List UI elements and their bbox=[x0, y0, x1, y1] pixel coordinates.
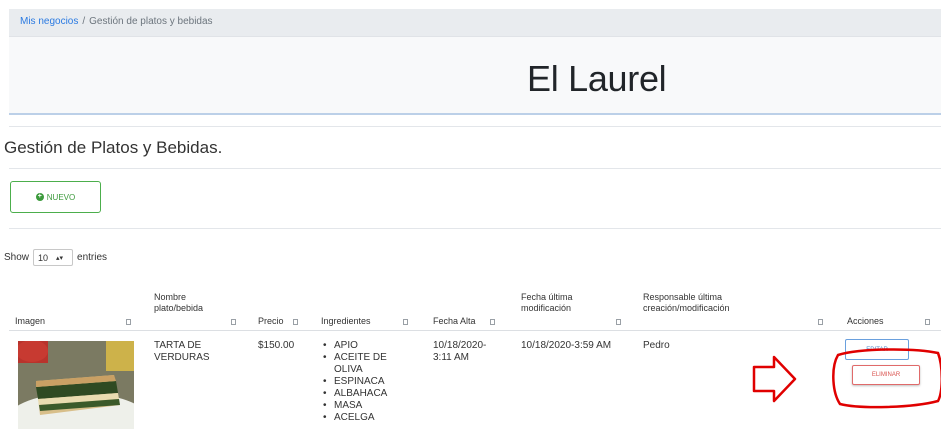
list-item: ESPINACA bbox=[322, 376, 404, 388]
sort-icon[interactable] bbox=[490, 319, 495, 325]
created-date: 10/18/2020-3:11 AM bbox=[433, 340, 487, 363]
new-button-label: NUEVO bbox=[46, 192, 76, 202]
sort-icon[interactable] bbox=[126, 319, 131, 325]
table-header-divider bbox=[9, 330, 941, 331]
sort-icon[interactable] bbox=[403, 319, 408, 325]
breadcrumb-current: Gestión de platos y bebidas bbox=[89, 16, 213, 27]
list-item: ALBAHACA bbox=[322, 388, 404, 400]
breadcrumb: Mis negocios / Gestión de platos y bebidas bbox=[9, 9, 941, 36]
divider bbox=[9, 228, 941, 229]
dish-name: TARTA DE VERDURAS bbox=[154, 340, 210, 363]
column-header-ingredientes[interactable]: Ingredientes bbox=[321, 316, 371, 327]
business-title: El Laurel bbox=[527, 58, 667, 99]
sort-icon[interactable] bbox=[293, 319, 298, 325]
dish-image bbox=[18, 341, 134, 429]
column-header-precio[interactable]: Precio bbox=[258, 316, 284, 327]
food-photo bbox=[18, 341, 134, 429]
list-item: ACEITE DE OLIVA bbox=[322, 352, 404, 376]
divider bbox=[9, 168, 941, 169]
column-header-fecha-alta[interactable]: Fecha Alta bbox=[433, 316, 476, 327]
list-item: MASA bbox=[322, 400, 404, 412]
sort-icon[interactable] bbox=[925, 319, 930, 325]
plus-circle-icon: + bbox=[35, 193, 44, 201]
dish-price: $150.00 bbox=[258, 340, 295, 351]
column-header-fecha-modificacion[interactable]: Fecha última modificación bbox=[521, 292, 616, 314]
sort-icon[interactable] bbox=[818, 319, 823, 325]
edit-button[interactable]: EDITAR bbox=[845, 339, 909, 360]
page-length-select[interactable]: 10 ▴▾ bbox=[33, 249, 74, 266]
list-item: APIO bbox=[322, 340, 404, 352]
column-header-acciones[interactable]: Acciones bbox=[847, 316, 884, 327]
breadcrumb-link-mis-negocios[interactable]: Mis negocios bbox=[20, 16, 78, 27]
divider bbox=[9, 126, 941, 127]
show-label: Show bbox=[4, 252, 30, 263]
responsible-user: Pedro bbox=[643, 340, 670, 351]
breadcrumb-separator: / bbox=[82, 16, 86, 27]
delete-button[interactable]: ELIMINAR bbox=[852, 365, 920, 385]
column-header-responsable[interactable]: Responsable última creación/modificación bbox=[643, 292, 768, 314]
page-length-control: Show 10 ▴▾ entries bbox=[4, 249, 107, 266]
sort-icon[interactable] bbox=[616, 319, 621, 325]
entries-label: entries bbox=[77, 252, 108, 263]
annotation-arrow-icon bbox=[752, 355, 797, 403]
page-title: Gestión de Platos y Bebidas. bbox=[4, 138, 223, 157]
list-item: ACELGA bbox=[322, 412, 404, 424]
page-length-value: 10 bbox=[38, 252, 49, 263]
column-header-nombre[interactable]: Nombre plato/bebida bbox=[154, 292, 214, 314]
new-button[interactable]: + NUEVO bbox=[10, 181, 101, 213]
business-header: El Laurel bbox=[9, 36, 941, 115]
ingredient-list: APIO ACEITE DE OLIVA ESPINACA ALBAHACA M… bbox=[322, 340, 404, 424]
sort-icon[interactable] bbox=[231, 319, 236, 325]
select-arrows-icon: ▴▾ bbox=[56, 254, 64, 262]
modified-date: 10/18/2020-3:59 AM bbox=[521, 340, 612, 351]
column-header-imagen[interactable]: Imagen bbox=[15, 316, 45, 327]
